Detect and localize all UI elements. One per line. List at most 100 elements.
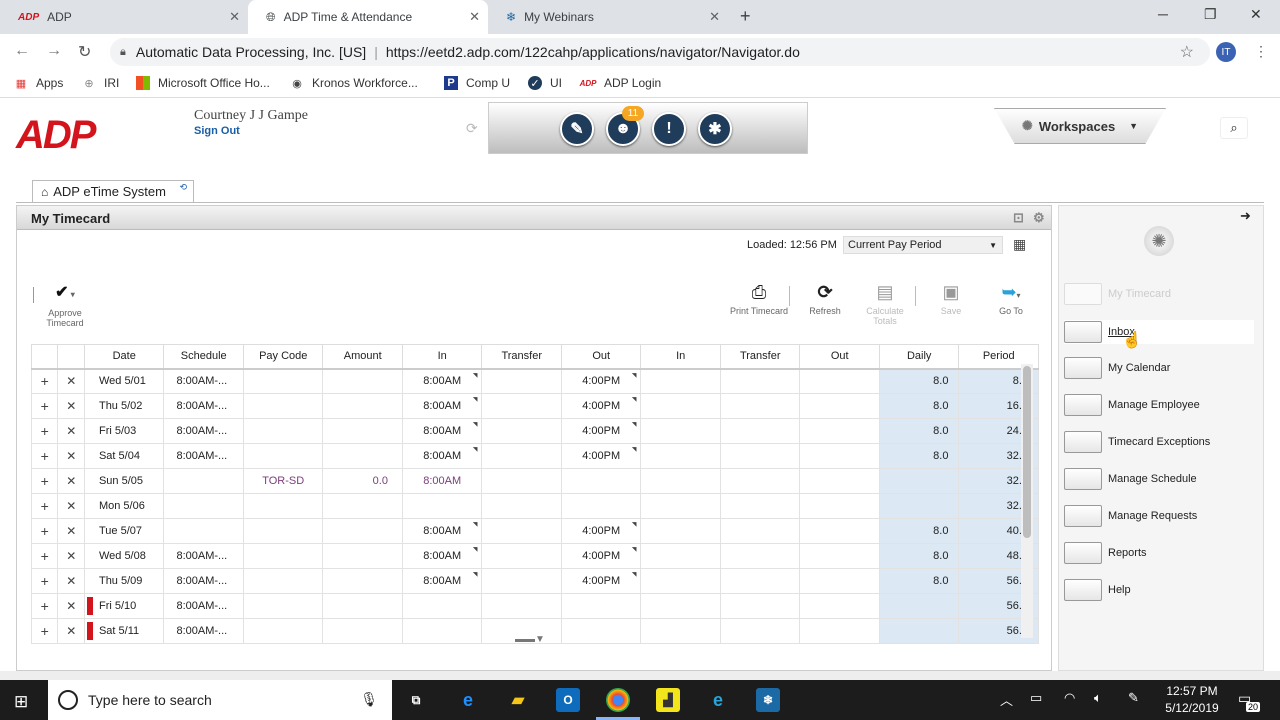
show-hidden-icons[interactable]: ︿	[1000, 690, 1013, 709]
add-row-icon[interactable]: +	[41, 423, 49, 439]
amount-cell[interactable]	[322, 593, 403, 619]
delete-cell[interactable]: ✕	[57, 443, 85, 469]
date-cell[interactable]: Wed 5/08	[83, 543, 165, 569]
microphone-icon[interactable]: 🎙︎	[360, 691, 378, 708]
column-header-in[interactable]: In	[401, 344, 483, 370]
delete-row-icon[interactable]: ✕	[66, 624, 76, 638]
transfer-cell-2[interactable]	[719, 368, 801, 394]
daily-total-cell[interactable]: 8.0	[878, 368, 960, 394]
volume-icon[interactable]: 🔈︎	[1094, 690, 1102, 706]
out-punch-cell[interactable]	[560, 618, 642, 644]
forward-button[interactable]: →	[46, 42, 62, 60]
paycode-cell[interactable]	[242, 518, 324, 544]
add-row-icon[interactable]: +	[41, 448, 49, 464]
column-header-amount[interactable]: Amount	[322, 344, 403, 370]
table-row[interactable]: + ✕ Sat 5/04 8:00AM-... 8:00AM ◥ 4:00PM ◥ 8.0 32.…	[30, 443, 1039, 469]
bookmark-adp-login[interactable]: ADP ADP Login	[580, 76, 662, 90]
table-row[interactable]: + ✕ Tue 5/07 8:00AM ◥ 4:00PM ◥ 8.0 40.0	[30, 518, 1039, 544]
in-punch-cell[interactable]: 8:00AM ◥	[401, 543, 483, 569]
in-punch-cell-2[interactable]	[640, 543, 721, 569]
add-row-icon[interactable]: +	[41, 573, 49, 589]
delete-row-icon[interactable]: ✕	[66, 549, 76, 563]
amount-cell[interactable]	[322, 368, 403, 394]
delete-row-icon[interactable]: ✕	[66, 449, 76, 463]
add-cell[interactable]: +	[30, 368, 59, 394]
transfer-cell[interactable]	[481, 593, 562, 619]
table-row[interactable]: +✕Wed 5/018:00AM-...8:00AM◥4:00PM◥8.08.0	[30, 368, 1039, 394]
transfer-cell[interactable]	[481, 368, 562, 394]
delete-cell[interactable]: ✕	[57, 468, 85, 494]
taskbar-search[interactable]: Type here to search 🎙︎	[48, 680, 392, 720]
out-punch-cell-2[interactable]	[799, 368, 880, 394]
delete-row-icon[interactable]: ✕	[66, 499, 76, 513]
out-punch-cell[interactable]: 4:00PM ◥	[560, 518, 642, 544]
transfer-cell[interactable]	[481, 518, 562, 544]
back-button[interactable]: ←	[14, 42, 30, 60]
table-row[interactable]: + ✕ Wed 5/08 8:00AM-... 8:00AM ◥ 4:00PM ◥ 8.0 48.…	[30, 543, 1039, 569]
add-cell[interactable]: +	[30, 418, 59, 444]
date-cell[interactable]: Thu 5/09	[83, 568, 165, 594]
date-cell[interactable]: Thu 5/02	[83, 393, 165, 419]
schedule-cell[interactable]: 8:00AM-...	[163, 418, 244, 444]
add-row-icon[interactable]: +	[41, 523, 49, 539]
table-row[interactable]: + ✕ Sun 5/05 TOR-SD 0.0 8:00AM 32.0	[30, 468, 1039, 494]
column-header-date[interactable]: Date	[83, 344, 165, 370]
out-punch-cell[interactable]: 4:00PM ◥	[560, 393, 642, 419]
daily-total-cell[interactable]: 8.0	[878, 568, 960, 594]
date-cell[interactable]: Mon 5/06	[83, 493, 165, 519]
add-cell[interactable]: +	[30, 393, 59, 419]
table-row[interactable]: + ✕ Fri 5/10 8:00AM-... 56.0	[30, 593, 1039, 619]
in-punch-cell-2[interactable]	[640, 468, 721, 494]
delete-row-icon[interactable]: ✕	[66, 524, 76, 538]
add-row-icon[interactable]: +	[41, 398, 49, 414]
column-header-daily[interactable]: Daily	[878, 344, 960, 370]
task-view-icon[interactable]: ⧉	[404, 688, 428, 712]
out-punch-cell-2[interactable]	[799, 568, 880, 594]
maximize-icon[interactable]: ⊡	[1013, 210, 1024, 226]
in-punch-cell-2[interactable]	[640, 393, 721, 419]
out-punch-cell[interactable]	[560, 593, 642, 619]
transfer-cell-2[interactable]	[719, 443, 801, 469]
workspace-item-my-calendar[interactable]: My Calendar	[1064, 356, 1254, 380]
delete-row-icon[interactable]: ✕	[66, 399, 76, 413]
schedule-cell[interactable]: 8:00AM-...	[163, 618, 244, 644]
edge-icon[interactable]: e	[456, 688, 480, 712]
grid-view-icon[interactable]: ▦	[1013, 236, 1026, 253]
transfer-cell[interactable]	[481, 468, 562, 494]
delete-cell[interactable]: ✕	[57, 493, 85, 519]
workspace-item-manage-employee[interactable]: Manage Employee	[1064, 393, 1254, 417]
approve-timecard-button[interactable]: ✔ ▾ Approve Timecard	[35, 282, 95, 328]
daily-total-cell[interactable]: 8.0	[878, 543, 960, 569]
sticky-notes-icon[interactable]: ▟	[656, 688, 680, 712]
add-row-icon[interactable]: +	[41, 373, 49, 389]
transfer-cell[interactable]	[481, 568, 562, 594]
wifi-icon[interactable]: ◠	[1064, 690, 1075, 706]
delete-cell[interactable]: ✕	[57, 568, 85, 594]
transfer-cell-2[interactable]	[719, 468, 801, 494]
in-punch-cell[interactable]: 8:00AM	[401, 468, 483, 494]
in-punch-cell-2[interactable]	[640, 593, 721, 619]
transfer-cell-2[interactable]	[719, 618, 801, 644]
etime-system-tab[interactable]: ⌂ ADP eTime System ⟲	[32, 180, 194, 202]
gear-icon[interactable]: ⚙	[1033, 210, 1045, 226]
transfer-cell[interactable]	[481, 543, 562, 569]
add-row-icon[interactable]: +	[41, 498, 49, 514]
paycode-cell[interactable]	[242, 368, 324, 394]
out-punch-cell[interactable]: 4:00PM ◥	[560, 418, 642, 444]
daily-total-cell[interactable]	[878, 593, 960, 619]
battery-icon[interactable]: ▭	[1030, 690, 1042, 706]
bookmark-star-icon[interactable]: ☆	[1180, 42, 1194, 62]
address-bar[interactable]: 🔒︎ Automatic Data Processing, Inc. [US] …	[110, 38, 1210, 66]
add-row-icon[interactable]: +	[41, 598, 49, 614]
close-tab-icon[interactable]: ✕	[229, 9, 240, 25]
daily-total-cell[interactable]	[878, 618, 960, 644]
internet-explorer-icon[interactable]: e	[706, 688, 730, 712]
in-punch-cell-2[interactable]	[640, 443, 721, 469]
in-punch-cell[interactable]: 8:00AM ◥	[401, 393, 483, 419]
bookmark-ui[interactable]: ✓ UI	[528, 76, 562, 90]
bookmark-apps[interactable]: ▦ Apps	[14, 76, 64, 90]
transfer-cell-2[interactable]	[719, 418, 801, 444]
out-punch-cell[interactable]: 4:00PM ◥	[560, 368, 642, 394]
amount-cell[interactable]	[322, 518, 403, 544]
pen-icon[interactable]: ✎	[1128, 690, 1139, 706]
